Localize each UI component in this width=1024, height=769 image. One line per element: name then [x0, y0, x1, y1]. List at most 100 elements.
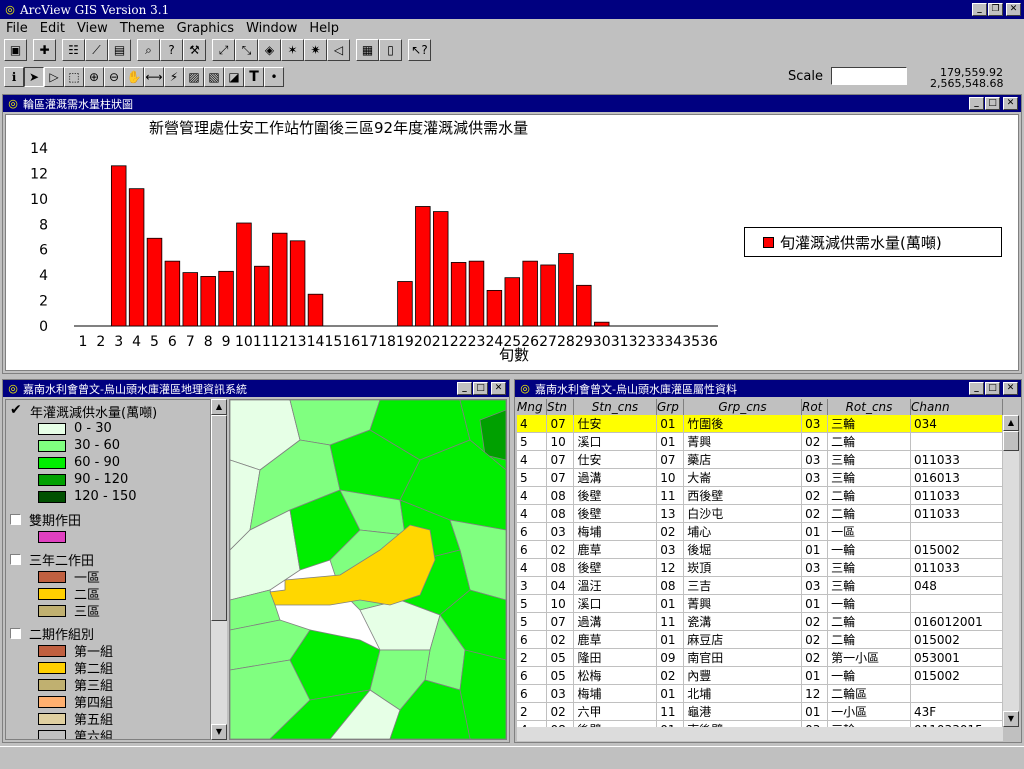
column-header[interactable]: Stn	[547, 399, 574, 415]
table-row[interactable]: 4 08 後壁 11 西後壁 02 二輪 011033	[517, 486, 1003, 505]
attribute-table[interactable]: Mng Stn Stn_cns Grp Grp_cns Rot Rot_cns Chann 4…	[517, 399, 1003, 727]
chart-close-button[interactable]: ✕	[1003, 97, 1018, 110]
table-row[interactable]: 4 07 仕安 07 藥店 03 三輪 011033	[517, 450, 1003, 469]
measure-icon[interactable]: ⟷	[144, 67, 164, 87]
column-header[interactable]: Chann	[911, 399, 1003, 415]
table-row[interactable]: 6 02 鹿草 03 後堀 01 一輪 015002	[517, 540, 1003, 559]
column-header[interactable]: Stn_cns	[574, 399, 657, 415]
map-close-button[interactable]: ✕	[491, 382, 506, 395]
add-theme-icon[interactable]: ✚	[33, 39, 56, 61]
table-row[interactable]: 6 03 梅埔 01 北埔 12 二輪區	[517, 684, 1003, 703]
scale-input[interactable]	[831, 67, 907, 85]
theme-properties-icon[interactable]: ☷	[62, 39, 85, 61]
save-project-icon[interactable]: ▣	[4, 39, 27, 61]
checked-checkbox-icon[interactable]: ✔	[10, 403, 24, 417]
zoom-in-fixed-icon[interactable]: ✶	[281, 39, 304, 61]
zoom-out-icon[interactable]: ⊖	[104, 67, 124, 87]
map-maximize-button[interactable]: □	[473, 382, 488, 395]
toc-scrollbar[interactable]: ▲ ▼	[211, 399, 227, 740]
select-by-theme-icon[interactable]: ▦	[356, 39, 379, 61]
find-icon[interactable]: ⌕	[137, 39, 160, 61]
chart-maximize-button[interactable]: □	[985, 97, 1000, 110]
zoom-in-icon[interactable]: ⊕	[84, 67, 104, 87]
draw-point-icon[interactable]: •	[264, 67, 284, 87]
table-horizontal-scrollbar[interactable]	[517, 727, 1003, 741]
zoom-out-fixed-icon[interactable]: ✷	[304, 39, 327, 61]
bar	[415, 206, 431, 327]
table-scroll-down-icon[interactable]: ▼	[1003, 711, 1019, 727]
table-scroll-up-icon[interactable]: ▲	[1003, 415, 1019, 431]
table-maximize-button[interactable]: □	[985, 382, 1000, 395]
column-header[interactable]: Grp	[657, 399, 684, 415]
menu-view[interactable]: View	[71, 21, 114, 36]
pointer-icon[interactable]: ➤	[24, 67, 44, 87]
locate-address-icon[interactable]: ?	[160, 39, 183, 61]
table-row[interactable]: 5 10 溪口 01 菁興 01 一輪	[517, 594, 1003, 613]
app-close-button[interactable]: ✕	[1006, 3, 1021, 16]
select-feature-icon[interactable]: ⬚	[64, 67, 84, 87]
table-row[interactable]: 6 05 松梅 02 內豐 01 一輪 015002	[517, 666, 1003, 685]
label-icon[interactable]: ▧	[204, 67, 224, 87]
table-row[interactable]: 2 02 六甲 11 龜港 01 一小區 43F	[517, 702, 1003, 721]
app-restore-button[interactable]: ❐	[988, 3, 1003, 16]
hot-link-icon[interactable]: ⚡	[164, 67, 184, 87]
table-row[interactable]: 4 08 後壁 13 白沙屯 02 二輪 011033	[517, 504, 1003, 523]
menu-theme[interactable]: Theme	[114, 21, 171, 36]
checkbox-icon[interactable]	[10, 514, 21, 525]
zoom-full-extent-icon[interactable]: ⤢	[212, 39, 235, 61]
callout-icon[interactable]: ◪	[224, 67, 244, 87]
menu-graphics[interactable]: Graphics	[171, 21, 240, 36]
table-row[interactable]: 2 05 隆田 09 南官田 02 第一小區 053001	[517, 648, 1003, 667]
pan-icon[interactable]: ✋	[124, 67, 144, 87]
toc-theme-entry[interactable]: 三年二作田	[10, 551, 210, 569]
toc-scroll-down-icon[interactable]: ▼	[211, 724, 227, 740]
menu-file[interactable]: File	[0, 21, 34, 36]
table-row[interactable]: 5 07 過溝 10 大崙 03 三輪 016013	[517, 468, 1003, 487]
edit-legend-icon[interactable]: ⟋	[85, 39, 108, 61]
status-bar	[0, 746, 1024, 769]
table-row[interactable]: 6 03 梅埔 02 埔心 01 一區	[517, 522, 1003, 541]
table-cell: 12	[801, 684, 829, 703]
column-header[interactable]: Rot_cns	[828, 399, 911, 415]
query-builder-icon[interactable]: ⚒	[183, 39, 206, 61]
column-header[interactable]: Mng	[517, 399, 547, 415]
toc-theme-entry[interactable]: 雙期作田	[10, 511, 210, 529]
clear-selection-icon[interactable]: ▯	[379, 39, 402, 61]
checkbox-icon[interactable]	[10, 628, 21, 639]
toc-theme-entry[interactable]: ✔ 年灌溉減供水量(萬噸)	[10, 403, 210, 421]
table-row[interactable]: 4 07 仕安 01 竹圍後 03 三輪 034	[517, 415, 1003, 433]
column-header[interactable]: Rot	[802, 399, 828, 415]
menu-window[interactable]: Window	[240, 21, 303, 36]
map-display[interactable]	[229, 399, 507, 740]
table-minimize-button[interactable]: _	[969, 382, 984, 395]
map-minimize-button[interactable]: _	[457, 382, 472, 395]
table-close-button[interactable]: ✕	[1003, 382, 1018, 395]
zoom-active-themes-icon[interactable]: ⤡	[235, 39, 258, 61]
menu-help[interactable]: Help	[303, 21, 345, 36]
toc-scroll-up-icon[interactable]: ▲	[211, 399, 227, 415]
checkbox-icon[interactable]	[10, 554, 21, 565]
table-of-contents[interactable]: ✔ 年灌溉減供水量(萬噸) 0 - 30 30 - 60 60 - 90 90 - 120…	[5, 399, 211, 740]
table-vertical-scrollbar[interactable]: ▲ ▼	[1003, 415, 1019, 727]
identify-icon[interactable]: ℹ	[4, 67, 24, 87]
table-row[interactable]: 5 10 溪口 01 菁興 02 二輪	[517, 432, 1003, 451]
toc-theme-entry[interactable]: 二期作組別	[10, 625, 210, 643]
help-icon[interactable]: ↖?	[408, 39, 431, 61]
table-row[interactable]: 3 04 溫汪 08 三吉 03 三輪 048	[517, 576, 1003, 595]
zoom-previous-icon[interactable]: ◁	[327, 39, 350, 61]
chart-minimize-button[interactable]: _	[969, 97, 984, 110]
zoom-selected-icon[interactable]: ◈	[258, 39, 281, 61]
text-icon[interactable]: T	[244, 67, 264, 87]
area-of-interest-icon[interactable]: ▨	[184, 67, 204, 87]
x-tick-label: 14	[307, 334, 325, 350]
toc-scroll-thumb[interactable]	[211, 415, 227, 621]
table-row[interactable]: 4 08 後壁 12 崁頂 03 三輪 011033	[517, 558, 1003, 577]
vertex-edit-icon[interactable]: ▷	[44, 67, 64, 87]
column-header[interactable]: Grp_cns	[684, 399, 802, 415]
table-scroll-thumb[interactable]	[1003, 431, 1019, 451]
table-row[interactable]: 5 07 過溝 11 瓷溝 02 二輪 016012001	[517, 612, 1003, 631]
menu-edit[interactable]: Edit	[34, 21, 71, 36]
app-minimize-button[interactable]: _	[972, 3, 987, 16]
table-row[interactable]: 6 02 鹿草 01 麻豆店 02 二輪 015002	[517, 630, 1003, 649]
open-table-icon[interactable]: ▤	[108, 39, 131, 61]
